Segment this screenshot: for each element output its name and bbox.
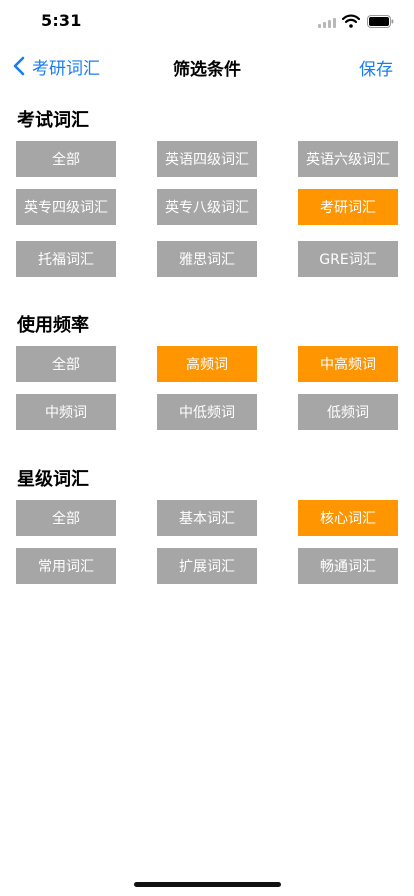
filter-chip[interactable]: 扩展词汇 — [157, 548, 257, 584]
navigation-bar: 考研词汇 筛选条件 保存 — [0, 44, 414, 88]
filter-chip[interactable]: 中低频词 — [157, 394, 257, 430]
home-indicator — [134, 882, 281, 887]
filter-chip[interactable]: 托福词汇 — [16, 241, 116, 277]
filter-chip[interactable]: GRE词汇 — [298, 241, 398, 277]
filter-chip[interactable]: 基本词汇 — [157, 500, 257, 536]
status-bar: 5:31 — [0, 0, 414, 44]
filter-chip[interactable]: 英专八级词汇 — [157, 189, 257, 225]
filter-chip[interactable]: 英专四级词汇 — [16, 189, 116, 225]
filter-chip[interactable]: 全部 — [16, 141, 116, 177]
filter-chip[interactable]: 高频词 — [157, 346, 257, 382]
filter-chip[interactable]: 常用词汇 — [16, 548, 116, 584]
section-title: 星级词汇 — [17, 469, 89, 490]
filter-chip[interactable]: 雅思词汇 — [157, 241, 257, 277]
save-button[interactable]: 保存 — [359, 55, 393, 80]
filter-chip[interactable]: 中高频词 — [298, 346, 398, 382]
filter-chip[interactable]: 全部 — [16, 500, 116, 536]
filter-chip[interactable]: 全部 — [16, 346, 116, 382]
wifi-icon — [342, 14, 360, 28]
section-title: 考试词汇 — [17, 110, 89, 131]
battery-icon — [367, 15, 394, 28]
filter-chip[interactable]: 核心词汇 — [298, 500, 398, 536]
section-title: 使用频率 — [17, 315, 89, 336]
page-title: 筛选条件 — [173, 60, 241, 80]
filter-screen: 5:31 考研词汇 筛选条件 保存 考试词汇 全部 英语四级词汇 英语六级词汇 … — [0, 0, 414, 896]
filter-chip[interactable]: 英语四级词汇 — [157, 141, 257, 177]
filter-chip[interactable]: 畅通词汇 — [298, 548, 398, 584]
filter-chip[interactable]: 考研词汇 — [298, 189, 398, 225]
status-time: 5:31 — [41, 11, 82, 30]
filter-chip[interactable]: 中频词 — [16, 394, 116, 430]
filter-chip[interactable]: 英语六级词汇 — [298, 141, 398, 177]
signal-icon — [318, 18, 336, 28]
filter-chip[interactable]: 低频词 — [298, 394, 398, 430]
